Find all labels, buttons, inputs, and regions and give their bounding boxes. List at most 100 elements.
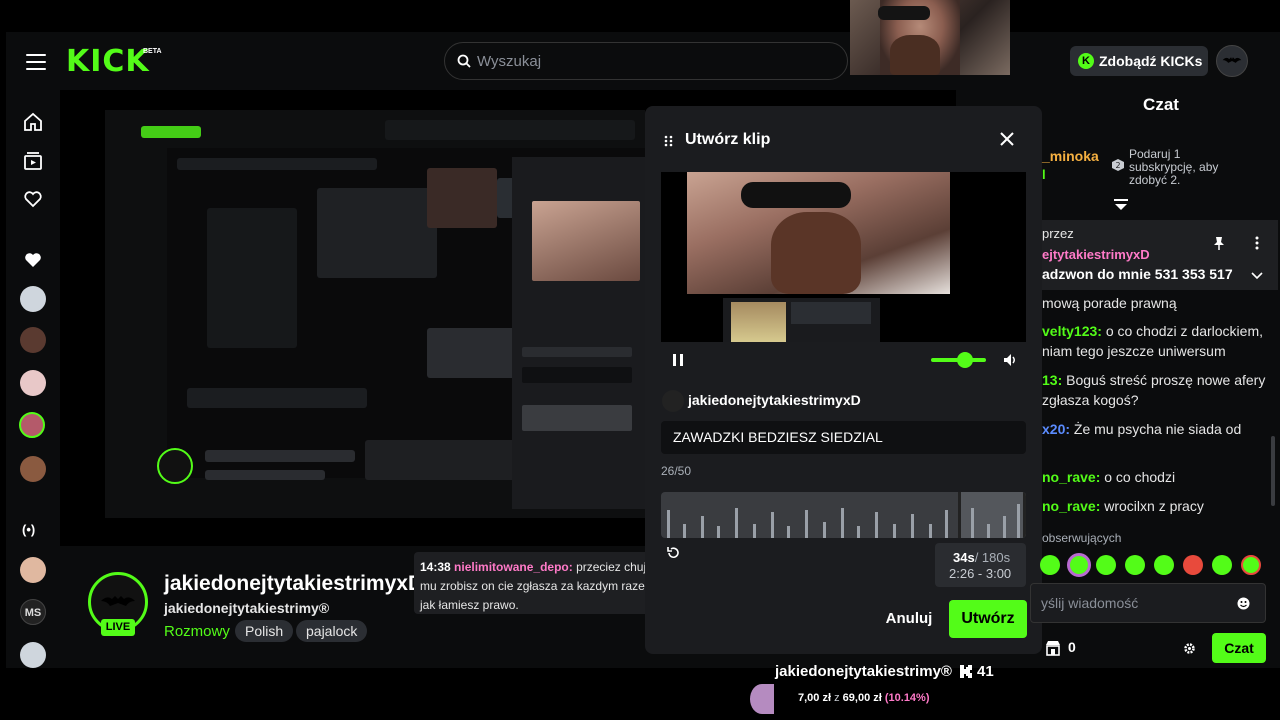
reset-icon[interactable] [666,546,680,560]
drag-handle-icon[interactable] [664,135,674,147]
live-badge: LIVE [101,619,135,636]
emote-icon[interactable] [1241,555,1261,575]
clip-timeline[interactable] [661,492,1026,538]
store-icon[interactable] [1045,640,1061,656]
emote-icon[interactable] [1154,555,1174,575]
chat-username[interactable]: no_rave: [1042,469,1100,485]
gift-username-suffix: l [1042,167,1046,182]
kick-k-icon [960,665,972,678]
clip-streamer-name: jakiedonejtytakiestrimyxD [688,392,861,408]
chat-scrollbar[interactable] [1271,436,1275,506]
pause-icon[interactable] [672,353,684,367]
chat-text: zgłasza kogoś? [1042,392,1139,408]
chat-message: x20: Że mu psycha nie siada od [1042,419,1241,439]
message-user: nielimitowane_depo: [454,560,573,574]
tag-chip[interactable]: pajalock [296,620,368,642]
gift-sub-text[interactable]: Podaruj 1 subskrypcję, aby zdobyć 2. [1129,148,1249,187]
clip-inner-photo [731,302,786,342]
chat-username[interactable]: x20: [1042,421,1070,437]
menu-icon[interactable] [26,54,46,70]
browse-icon[interactable] [22,150,44,172]
emote-icon[interactable] [1040,555,1060,575]
clip-title-input[interactable]: ZAWADZKI BEDZIESZ SIEDZIAL [661,421,1026,454]
nested-clip-panel [512,157,645,509]
sidebar-channel-avatar[interactable] [20,557,46,583]
gear-icon[interactable] [1183,642,1196,655]
chat-message: zgłasza kogoś? [1042,390,1139,410]
timeline-selection[interactable] [958,492,1026,538]
get-kicks-button[interactable]: K Zdobądź KICKs [1070,46,1208,76]
clip-glasses [741,182,851,208]
volume-slider-handle[interactable] [957,352,973,368]
sidebar-channel-avatar[interactable] [19,412,45,438]
message-time: 14:38 [420,560,451,574]
tag-chip[interactable]: Polish [235,620,294,642]
expand-chevron-icon[interactable] [1251,272,1263,280]
home-icon[interactable] [22,111,44,133]
chat-title: Czat [1143,95,1179,114]
send-chat-button[interactable]: Czat [1212,633,1266,663]
chat-text: niam tego jeszcze uniwersum [1042,343,1226,359]
clip-duration: 34s/ 180s [953,550,1010,565]
following-icon[interactable] [22,188,44,210]
emote-icon[interactable] [1212,555,1232,575]
webcam-beard [890,35,940,75]
bat-icon [101,596,135,606]
emote-icon[interactable] [1067,553,1091,577]
user-avatar[interactable] [1216,45,1248,77]
chat-text: o co chodzi [1104,469,1176,485]
kick-coin-icon: K [1078,53,1094,69]
emote-icon[interactable] [1183,555,1203,575]
chat-text: wrocilxn z pracy [1104,498,1204,514]
more-options-icon[interactable] [1255,236,1259,250]
goal-percent: (10.14%) [884,692,930,704]
gift-username[interactable]: _minoka [1042,148,1099,164]
chat-username[interactable]: 13: [1042,372,1062,388]
clip-range: 2:26 - 3:00 [949,566,1012,581]
pinned-user[interactable]: ejtytakiestrimyxD [1042,247,1150,262]
emote-icon[interactable] [1125,555,1145,575]
get-kicks-label: Zdobądź KICKs [1099,53,1203,69]
title-char-count: 26/50 [661,464,692,478]
sidebar-channel-avatar[interactable] [20,286,46,312]
category-link[interactable]: Rozmowy [164,623,230,640]
pinned-message-text: adzwon do mnie 531 353 517 [1042,266,1233,282]
webcam-glasses [878,6,930,20]
emote-icon[interactable] [1096,555,1116,575]
streamer-avatar [662,390,684,412]
channel-subtitle: jakiedonejtytakiestrimy® [164,600,330,616]
goal-total: 69,00 zł [842,692,882,704]
close-icon[interactable] [998,130,1016,148]
bottom-band [0,668,1280,720]
cancel-button[interactable]: Anuluj [880,600,938,638]
ms-avatar-text: MS [24,607,42,619]
sidebar-channel-avatar[interactable]: MS [20,599,46,625]
kick-logo[interactable]: KICK [66,44,150,79]
chat-username[interactable]: velty123: [1042,323,1102,339]
chat-text: mową porade prawną [1042,295,1177,311]
chevron-down-icon[interactable] [1112,198,1130,212]
chat-message: mową porade prawną [1042,293,1177,313]
create-clip-button[interactable]: Utwórz [949,600,1027,638]
volume-icon[interactable] [1003,353,1017,367]
modal-title: Utwórz klip [685,131,771,148]
emoji-icon[interactable] [1237,597,1250,610]
search-input[interactable]: Wyszukaj [444,42,848,80]
channel-name[interactable]: jakiedonejtytakiestrimyxD [164,572,423,596]
goal-current: 7,00 zł [798,692,832,704]
svg-text:2: 2 [1115,161,1120,170]
pinned-by-label: przez [1042,226,1074,241]
sidebar-channel-avatar[interactable] [20,642,46,668]
chat-message: 13: Boguś streść proszę nowe afery [1042,370,1265,390]
chat-message-input[interactable]: yślij wiadomość [1030,583,1266,623]
chat-username[interactable]: no_rave: [1042,498,1100,514]
sidebar-channel-avatar[interactable] [20,456,46,482]
pin-icon[interactable] [1213,236,1225,250]
sidebar-channel-avatar[interactable] [20,327,46,353]
duration-selected: 34s [953,550,975,565]
kicks-balance: 0 [1068,639,1076,655]
clip-beard [771,212,861,294]
chat-message: velty123: o co chodzi z darlockiem, [1042,321,1263,341]
sidebar-channel-avatar[interactable] [20,370,46,396]
clip-preview-video[interactable] [661,172,1026,342]
